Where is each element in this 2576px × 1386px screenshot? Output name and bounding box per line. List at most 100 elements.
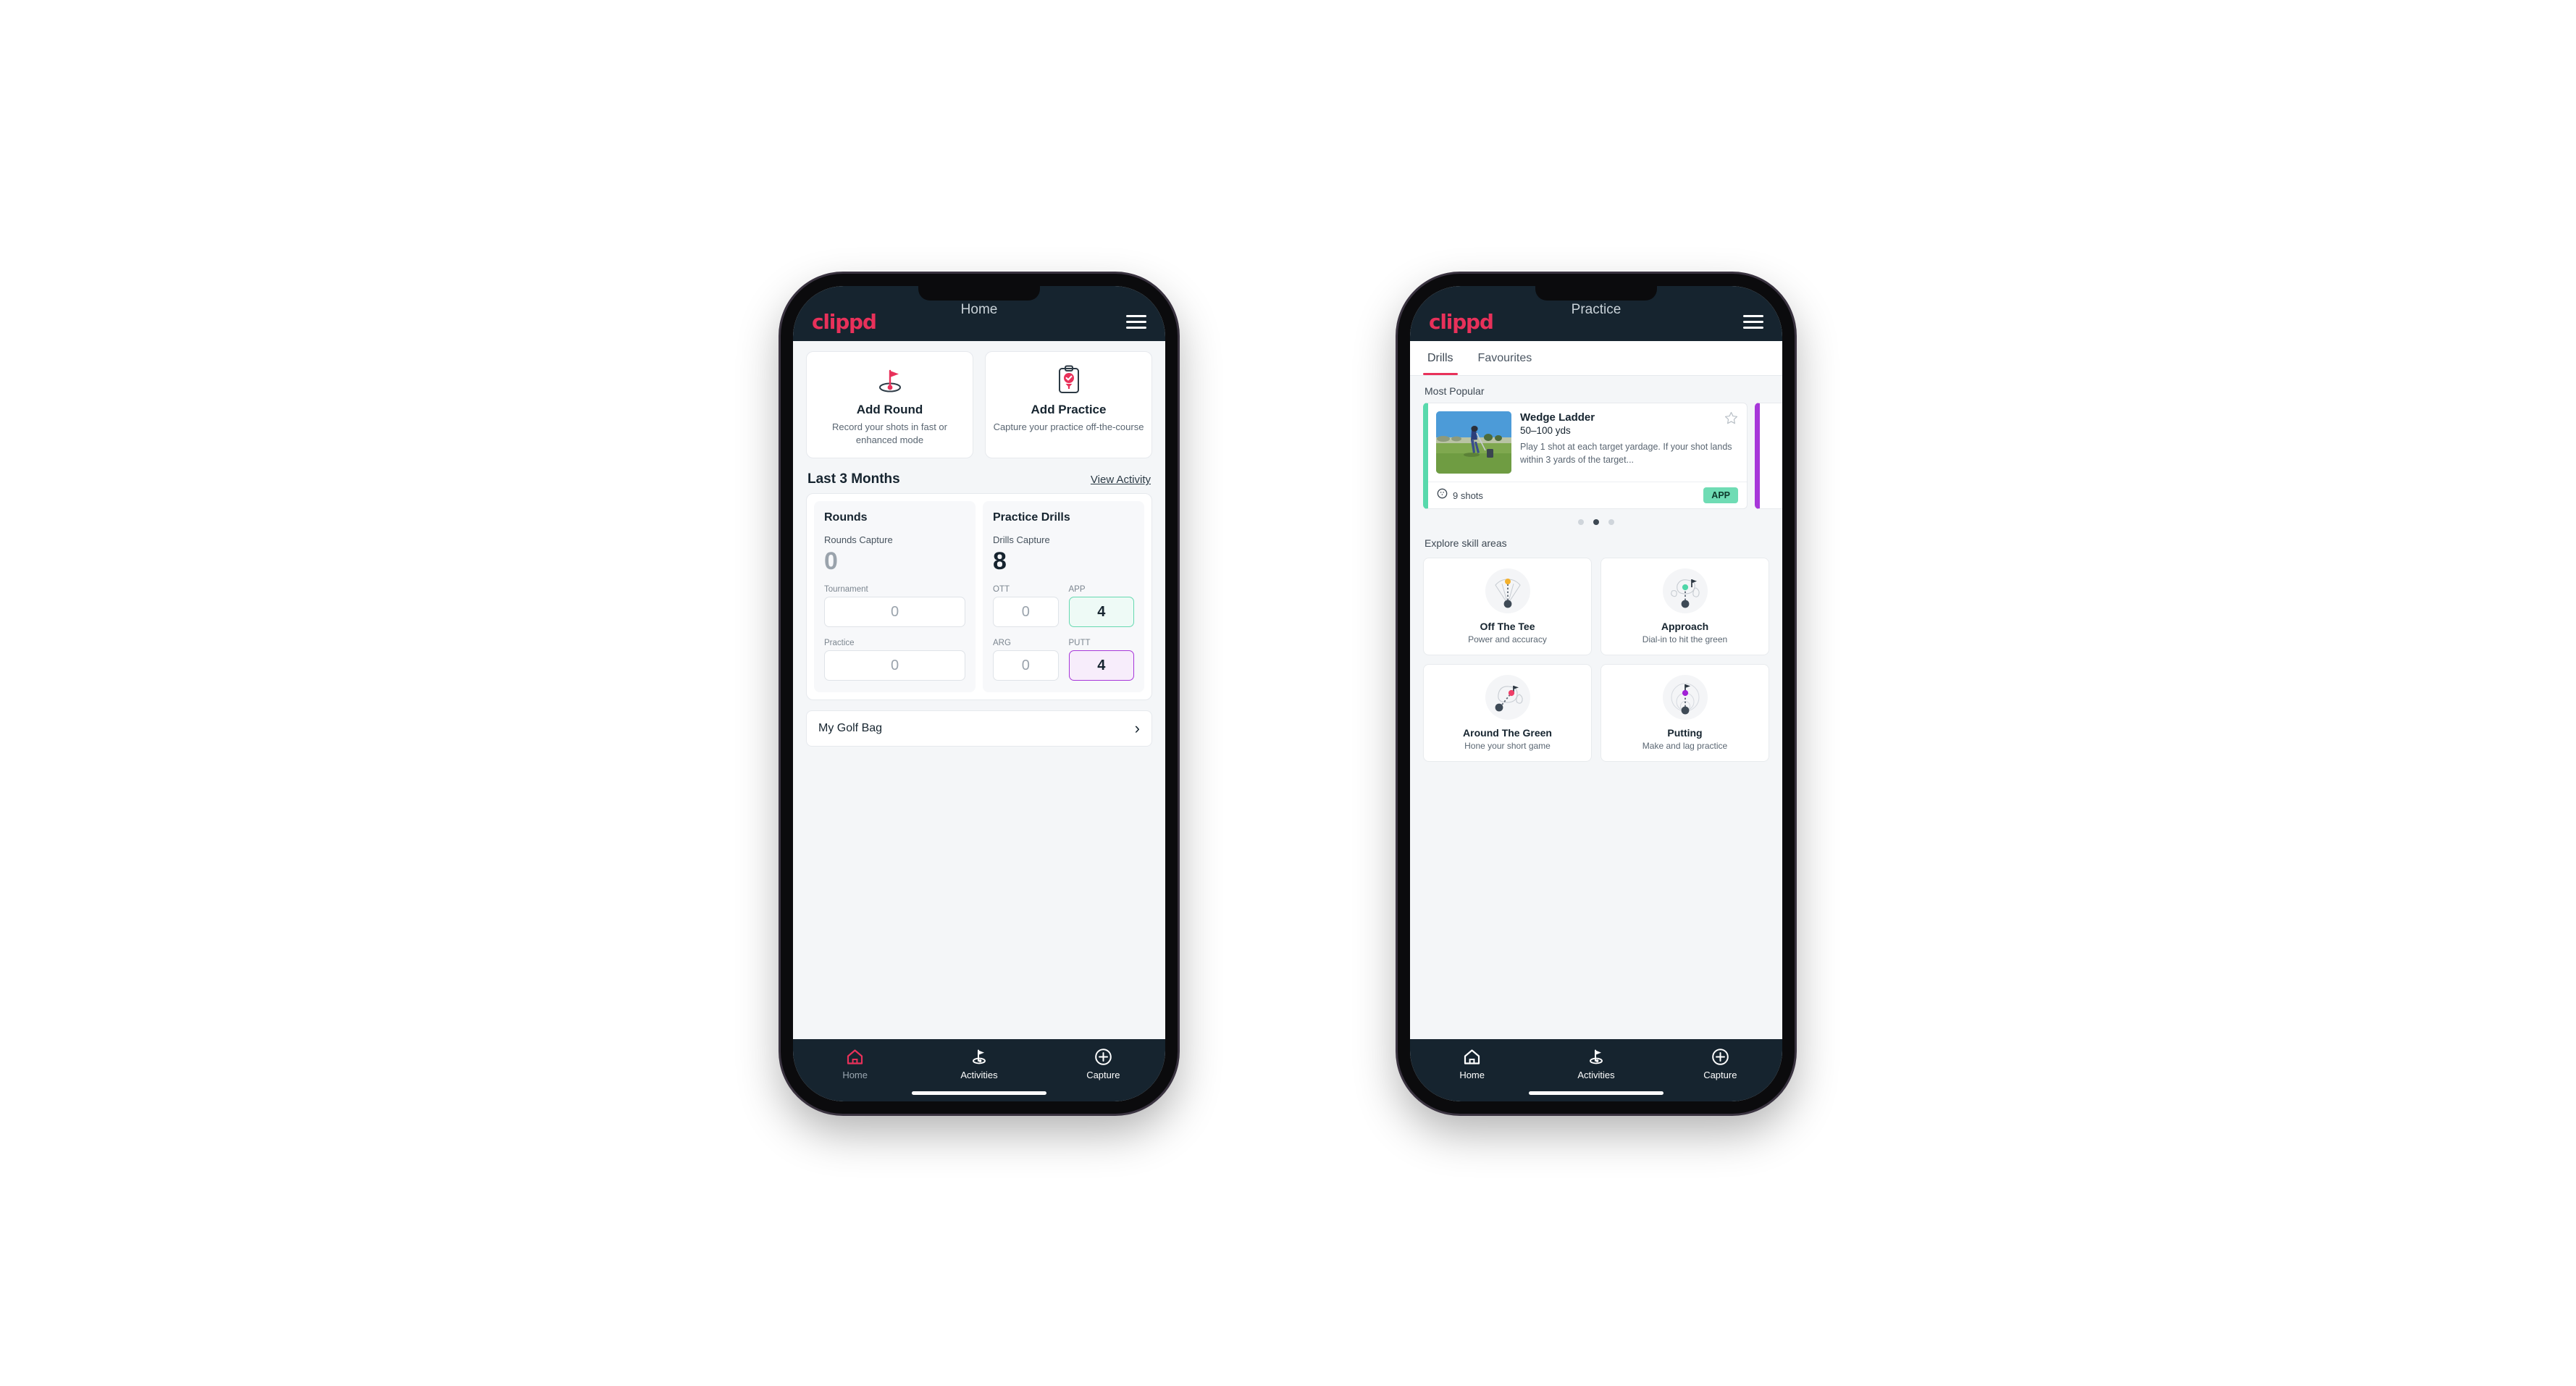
- chevron-right-icon: ›: [1134, 719, 1140, 738]
- add-practice-subtitle: Capture your practice off-the-course: [993, 421, 1144, 432]
- home-indicator-bar: [912, 1091, 1046, 1095]
- drills-row-2: ARG 0 PUTT 4: [993, 627, 1134, 681]
- drills-stat-column: Practice Drills Drills Capture 8 OTT 0 A…: [983, 501, 1144, 693]
- add-practice-title: Add Practice: [1031, 403, 1107, 416]
- clippd-logo[interactable]: clippd: [812, 310, 877, 334]
- phone-notch: [918, 286, 1040, 301]
- quick-actions: Add Round Record your shots in fast or e…: [793, 341, 1165, 459]
- drills-capture-label: Drills Capture: [993, 534, 1050, 546]
- clipboard-check-icon: [1054, 365, 1083, 395]
- most-popular-label: Most Popular: [1425, 385, 1485, 397]
- phone-notch: [1535, 286, 1657, 301]
- add-practice-card[interactable]: Add Practice Capture your practice off-t…: [985, 351, 1152, 459]
- stats-card: Rounds Rounds Capture 0 Tournament 0 Pra…: [806, 493, 1152, 701]
- skill-name: Off The Tee: [1480, 621, 1535, 632]
- tournament-value[interactable]: 0: [824, 597, 965, 628]
- skill-areas-grid: Off The Tee Power and accuracy Approach …: [1410, 555, 1782, 762]
- my-golf-bag-label: My Golf Bag: [818, 722, 883, 735]
- home-screen: clippd Home Add Round Record your shots …: [793, 286, 1165, 1101]
- skill-card-off-the-tee[interactable]: Off The Tee Power and accuracy: [1423, 558, 1592, 655]
- add-round-subtitle: Record your shots in fast or enhanced mo…: [832, 421, 947, 445]
- nav-label-activities: Activities: [960, 1070, 998, 1080]
- plus-circle-icon: [1658, 1047, 1782, 1066]
- chip-around-green-icon: [1485, 675, 1530, 720]
- carousel-dot-2[interactable]: [1593, 519, 1599, 525]
- hamburger-icon[interactable]: [1126, 314, 1146, 329]
- tournament-label: Tournament: [824, 585, 868, 595]
- tab-favourites[interactable]: Favourites: [1474, 341, 1537, 375]
- putt-label: PUTT: [1068, 639, 1091, 648]
- skill-subtitle: Hone your short game: [1464, 741, 1551, 751]
- tab-drills[interactable]: Drills: [1423, 341, 1458, 375]
- home-bottom-nav: Home Activities Capture: [793, 1039, 1165, 1101]
- rounds-stat-column: Rounds Rounds Capture 0 Tournament 0 Pra…: [814, 501, 976, 693]
- explore-skill-areas-label: Explore skill areas: [1425, 537, 1507, 549]
- nav-item-home[interactable]: Home: [793, 1047, 917, 1080]
- golf-flag-icon: [1534, 1047, 1658, 1066]
- section-title: Last 3 Months: [807, 471, 900, 487]
- plus-circle-icon: [1041, 1047, 1165, 1066]
- nav-item-capture[interactable]: Capture: [1658, 1047, 1782, 1080]
- practice-tabs: Drills Favourites: [1410, 341, 1782, 376]
- home-icon: [1410, 1047, 1534, 1066]
- drill-card-wedge-ladder[interactable]: Wedge Ladder 50–100 yds Play 1 shot at e…: [1423, 403, 1748, 509]
- skill-name: Putting: [1667, 727, 1703, 739]
- skill-card-around-the-green[interactable]: Around The Green Hone your short game: [1423, 664, 1592, 762]
- nav-label-home: Home: [842, 1070, 868, 1080]
- drill-description: Play 1 shot at each target yardage. If y…: [1520, 442, 1732, 465]
- app-value[interactable]: 4: [1068, 597, 1134, 628]
- golf-ball-icon: [1437, 488, 1448, 503]
- nav-item-capture[interactable]: Capture: [1041, 1047, 1165, 1080]
- drill-card-next-peek[interactable]: [1755, 403, 1782, 509]
- arg-value[interactable]: 0: [993, 650, 1059, 681]
- star-outline-icon[interactable]: [1724, 411, 1738, 427]
- nav-item-activities[interactable]: Activities: [917, 1047, 1041, 1080]
- last-3-months-header: Last 3 Months View Activity: [793, 458, 1165, 493]
- practice-label: Practice: [824, 639, 855, 648]
- add-round-title: Add Round: [856, 403, 923, 416]
- carousel-dot-3[interactable]: [1608, 519, 1614, 525]
- carousel-dot-1[interactable]: [1578, 519, 1584, 525]
- carousel-pagination[interactable]: [1410, 509, 1782, 528]
- skill-card-putting[interactable]: Putting Make and lag practice: [1600, 664, 1769, 762]
- drills-title: Practice Drills: [993, 511, 1070, 524]
- add-round-card[interactable]: Add Round Record your shots in fast or e…: [806, 351, 973, 459]
- view-activity-link[interactable]: View Activity: [1091, 474, 1151, 486]
- nav-item-activities[interactable]: Activities: [1534, 1047, 1658, 1080]
- drill-skill-chip: APP: [1703, 487, 1738, 503]
- nav-label-activities: Activities: [1577, 1070, 1615, 1080]
- drill-title-row: Wedge Ladder 50–100 yds: [1520, 411, 1738, 436]
- skill-name: Around The Green: [1463, 727, 1552, 739]
- nav-label-capture: Capture: [1086, 1070, 1120, 1080]
- rounds-capture-value: 0: [824, 547, 838, 576]
- arg-label: ARG: [993, 639, 1011, 648]
- drill-range: 50–100 yds: [1520, 425, 1571, 436]
- rounds-title: Rounds: [824, 511, 868, 524]
- hamburger-icon[interactable]: [1743, 314, 1763, 329]
- drill-carousel[interactable]: Wedge Ladder 50–100 yds Play 1 shot at e…: [1410, 403, 1782, 509]
- nav-item-home[interactable]: Home: [1410, 1047, 1534, 1080]
- app-label: APP: [1068, 585, 1086, 595]
- skill-subtitle: Power and accuracy: [1468, 634, 1547, 644]
- my-golf-bag-row[interactable]: My Golf Bag ›: [806, 710, 1152, 747]
- home-icon: [793, 1047, 917, 1066]
- skill-card-approach[interactable]: Approach Dial-in to hit the green: [1600, 558, 1769, 655]
- ott-label: OTT: [993, 585, 1010, 595]
- practice-value[interactable]: 0: [824, 650, 965, 681]
- tee-dispersion-icon: [1485, 568, 1530, 613]
- phone-practice: clippd Practice Drills Favourites Most P…: [1398, 274, 1795, 1114]
- skill-subtitle: Dial-in to hit the green: [1642, 634, 1728, 644]
- ott-value[interactable]: 0: [993, 597, 1059, 628]
- drills-capture-value: 8: [993, 547, 1007, 576]
- putt-value[interactable]: 4: [1068, 650, 1134, 681]
- nav-label-home: Home: [1459, 1070, 1485, 1080]
- practice-bottom-nav: Home Activities Capture: [1410, 1039, 1782, 1101]
- practice-body: Most Popular Wedge Ladder 50–100 yds Pla…: [1410, 376, 1782, 1039]
- clippd-logo[interactable]: clippd: [1429, 310, 1494, 334]
- practice-screen: clippd Practice Drills Favourites Most P…: [1410, 286, 1782, 1101]
- drill-card-top: Wedge Ladder 50–100 yds Play 1 shot at e…: [1428, 403, 1747, 482]
- drill-info: Wedge Ladder 50–100 yds Play 1 shot at e…: [1520, 411, 1738, 474]
- skill-name: Approach: [1661, 621, 1709, 632]
- drill-shots-count: 9 shots: [1453, 490, 1483, 501]
- drill-card-footer: 9 shots APP: [1428, 482, 1747, 508]
